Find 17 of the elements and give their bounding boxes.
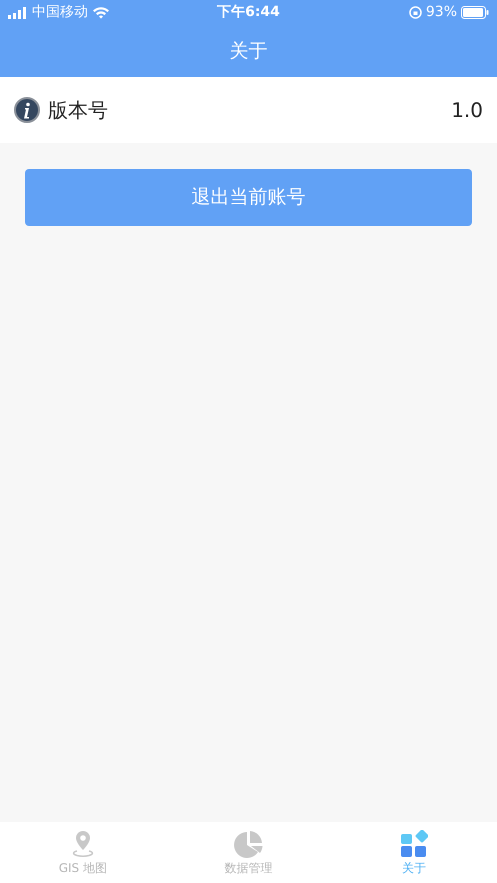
wifi-icon	[92, 6, 110, 19]
tab[interactable]: 关于	[331, 822, 497, 883]
tab[interactable]: 数据管理	[166, 822, 332, 883]
rotation-lock-icon	[408, 6, 422, 19]
page-title: 关于	[230, 38, 268, 64]
battery-icon	[461, 6, 490, 19]
info-icon	[14, 97, 40, 123]
tab[interactable]: GIS 地图	[0, 822, 166, 883]
logout-button[interactable]: 退出当前账号	[25, 169, 472, 226]
carrier-name: 中国移动	[32, 3, 88, 22]
signal-icon	[8, 6, 28, 18]
version-label: 版本号	[48, 97, 108, 124]
version-value: 1.0	[451, 97, 483, 124]
pie-chart-icon	[234, 830, 264, 858]
battery-percent: 93%	[426, 3, 458, 22]
clock-time: 下午6:44	[217, 3, 280, 22]
grid-icon	[400, 830, 428, 858]
